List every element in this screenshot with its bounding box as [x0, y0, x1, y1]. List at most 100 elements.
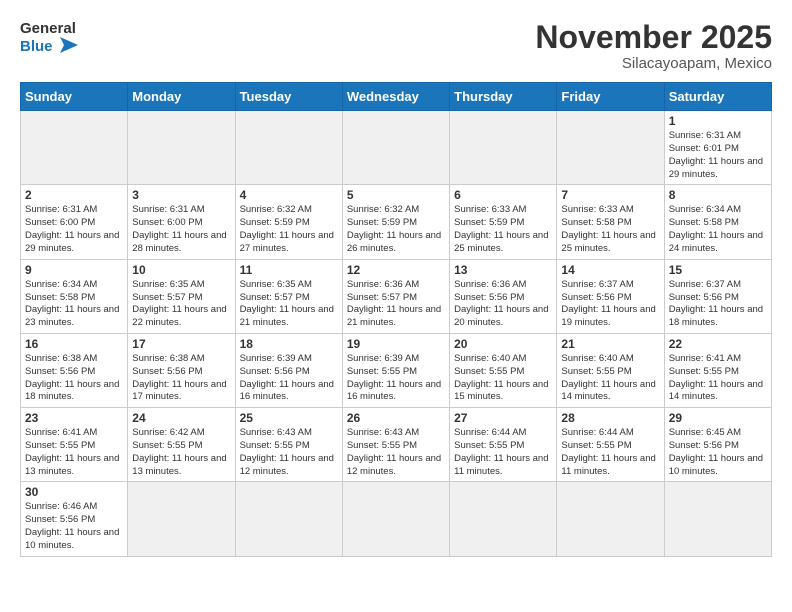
calendar-day-cell: 17 Sunrise: 6:38 AM Sunset: 5:56 PM Dayli… [128, 333, 235, 407]
day-number: 7 [561, 188, 659, 202]
weekday-header-friday: Friday [557, 83, 664, 111]
calendar-week-3: 9Sunrise: 6:34 AM Sunset: 5:58 PM Daylig… [21, 259, 772, 333]
calendar-day-cell: 23Sunrise: 6:41 AM Sunset: 5:55 PM Dayli… [21, 408, 128, 482]
calendar-day-cell: 21Sunrise: 6:40 AM Sunset: 5:55 PM Dayli… [557, 333, 664, 407]
calendar-week-2: 2Sunrise: 6:31 AM Sunset: 6:00 PM Daylig… [21, 185, 772, 259]
calendar-day-cell: 28 Sunrise: 6:44 AM Sunset: 5:55 PM Dayli… [557, 408, 664, 482]
calendar-day-cell: 3 Sunrise: 6:31 AM Sunset: 6:00 PM Daylig… [128, 185, 235, 259]
day-info: Sunrise: 6:37 AM Sunset: 5:56 PM Dayligh… [669, 279, 767, 330]
day-info: Sunrise: 6:46 AM Sunset: 5:56 PM Dayligh… [25, 501, 123, 552]
day-number: 5 [347, 188, 445, 202]
calendar-day-cell: 10 Sunrise: 6:35 AM Sunset: 5:57 PM Dayli… [128, 259, 235, 333]
day-info: Sunrise: 6:38 AM Sunset: 5:56 PM Dayligh… [132, 353, 230, 404]
calendar-day-cell: 2Sunrise: 6:31 AM Sunset: 6:00 PM Daylig… [21, 185, 128, 259]
calendar-day-cell [128, 111, 235, 185]
calendar-week-6: 30 Sunrise: 6:46 AM Sunset: 5:56 PM Dayli… [21, 482, 772, 556]
calendar-day-cell: 11Sunrise: 6:35 AM Sunset: 5:57 PM Dayli… [235, 259, 342, 333]
day-number: 12 [347, 263, 445, 277]
calendar-day-cell [342, 482, 449, 556]
day-info: Sunrise: 6:31 AM Sunset: 6:00 PM Dayligh… [132, 204, 230, 255]
day-info: Sunrise: 6:36 AM Sunset: 5:57 PM Dayligh… [347, 279, 445, 330]
day-number: 13 [454, 263, 552, 277]
weekday-header-row: SundayMondayTuesdayWednesdayThursdayFrid… [21, 83, 772, 111]
calendar-day-cell: 13 Sunrise: 6:36 AM Sunset: 5:56 PM Dayli… [450, 259, 557, 333]
day-info: Sunrise: 6:39 AM Sunset: 5:55 PM Dayligh… [347, 353, 445, 404]
day-info: Sunrise: 6:37 AM Sunset: 5:56 PM Dayligh… [561, 279, 659, 330]
day-info: Sunrise: 6:40 AM Sunset: 5:55 PM Dayligh… [561, 353, 659, 404]
day-info: Sunrise: 6:40 AM Sunset: 5:55 PM Dayligh… [454, 353, 552, 404]
month-title: November 2025 [535, 20, 772, 55]
weekday-header-saturday: Saturday [664, 83, 771, 111]
calendar-day-cell: 20Sunrise: 6:40 AM Sunset: 5:55 PM Dayli… [450, 333, 557, 407]
calendar: SundayMondayTuesdayWednesdayThursdayFrid… [20, 82, 772, 557]
day-info: Sunrise: 6:32 AM Sunset: 5:59 PM Dayligh… [347, 204, 445, 255]
calendar-day-cell: 19 Sunrise: 6:39 AM Sunset: 5:55 PM Dayli… [342, 333, 449, 407]
day-number: 18 [240, 337, 338, 351]
day-info: Sunrise: 6:35 AM Sunset: 5:57 PM Dayligh… [240, 279, 338, 330]
calendar-day-cell: 6 Sunrise: 6:33 AM Sunset: 5:59 PM Daylig… [450, 185, 557, 259]
day-info: Sunrise: 6:38 AM Sunset: 5:56 PM Dayligh… [25, 353, 123, 404]
calendar-day-cell [128, 482, 235, 556]
day-info: Sunrise: 6:36 AM Sunset: 5:56 PM Dayligh… [454, 279, 552, 330]
day-info: Sunrise: 6:31 AM Sunset: 6:00 PM Dayligh… [25, 204, 123, 255]
calendar-day-cell: 18 Sunrise: 6:39 AM Sunset: 5:56 PM Dayli… [235, 333, 342, 407]
weekday-header-monday: Monday [128, 83, 235, 111]
day-info: Sunrise: 6:33 AM Sunset: 5:58 PM Dayligh… [561, 204, 659, 255]
day-number: 15 [669, 263, 767, 277]
calendar-day-cell [21, 111, 128, 185]
calendar-day-cell: 24 Sunrise: 6:42 AM Sunset: 5:55 PM Dayli… [128, 408, 235, 482]
day-info: Sunrise: 6:42 AM Sunset: 5:55 PM Dayligh… [132, 427, 230, 478]
weekday-header-wednesday: Wednesday [342, 83, 449, 111]
day-number: 3 [132, 188, 230, 202]
calendar-day-cell [342, 111, 449, 185]
logo: General Blue [20, 20, 78, 55]
weekday-header-tuesday: Tuesday [235, 83, 342, 111]
day-number: 8 [669, 188, 767, 202]
day-number: 25 [240, 411, 338, 425]
day-info: Sunrise: 6:39 AM Sunset: 5:56 PM Dayligh… [240, 353, 338, 404]
day-number: 14 [561, 263, 659, 277]
logo-text: General Blue [20, 20, 78, 55]
day-info: Sunrise: 6:44 AM Sunset: 5:55 PM Dayligh… [454, 427, 552, 478]
day-number: 27 [454, 411, 552, 425]
weekday-header-thursday: Thursday [450, 83, 557, 111]
weekday-header-sunday: Sunday [21, 83, 128, 111]
day-number: 19 [347, 337, 445, 351]
day-info: Sunrise: 6:44 AM Sunset: 5:55 PM Dayligh… [561, 427, 659, 478]
calendar-day-cell: 7 Sunrise: 6:33 AM Sunset: 5:58 PM Daylig… [557, 185, 664, 259]
title-block: November 2025 Silacayoapam, Mexico [535, 20, 772, 72]
calendar-day-cell: 25 Sunrise: 6:43 AM Sunset: 5:55 PM Dayli… [235, 408, 342, 482]
day-number: 30 [25, 485, 123, 499]
day-info: Sunrise: 6:43 AM Sunset: 5:55 PM Dayligh… [240, 427, 338, 478]
day-info: Sunrise: 6:32 AM Sunset: 5:59 PM Dayligh… [240, 204, 338, 255]
calendar-day-cell [557, 482, 664, 556]
calendar-day-cell [235, 482, 342, 556]
day-info: Sunrise: 6:45 AM Sunset: 5:56 PM Dayligh… [669, 427, 767, 478]
calendar-day-cell: 4 Sunrise: 6:32 AM Sunset: 5:59 PM Daylig… [235, 185, 342, 259]
page-header: General Blue November 2025 Silacayoapam,… [20, 20, 772, 72]
day-number: 10 [132, 263, 230, 277]
calendar-day-cell: 14 Sunrise: 6:37 AM Sunset: 5:56 PM Dayli… [557, 259, 664, 333]
calendar-day-cell [557, 111, 664, 185]
day-info: Sunrise: 6:33 AM Sunset: 5:59 PM Dayligh… [454, 204, 552, 255]
day-number: 24 [132, 411, 230, 425]
day-number: 17 [132, 337, 230, 351]
calendar-day-cell: 22Sunrise: 6:41 AM Sunset: 5:55 PM Dayli… [664, 333, 771, 407]
day-number: 6 [454, 188, 552, 202]
day-number: 26 [347, 411, 445, 425]
day-info: Sunrise: 6:41 AM Sunset: 5:55 PM Dayligh… [25, 427, 123, 478]
day-number: 4 [240, 188, 338, 202]
calendar-day-cell: 9Sunrise: 6:34 AM Sunset: 5:58 PM Daylig… [21, 259, 128, 333]
calendar-day-cell: 8Sunrise: 6:34 AM Sunset: 5:58 PM Daylig… [664, 185, 771, 259]
blue-arrow-icon [56, 37, 78, 55]
day-info: Sunrise: 6:35 AM Sunset: 5:57 PM Dayligh… [132, 279, 230, 330]
day-info: Sunrise: 6:34 AM Sunset: 5:58 PM Dayligh… [25, 279, 123, 330]
calendar-day-cell [664, 482, 771, 556]
day-number: 1 [669, 114, 767, 128]
calendar-day-cell: 27 Sunrise: 6:44 AM Sunset: 5:55 PM Dayli… [450, 408, 557, 482]
day-number: 29 [669, 411, 767, 425]
calendar-day-cell: 12 Sunrise: 6:36 AM Sunset: 5:57 PM Dayli… [342, 259, 449, 333]
calendar-day-cell: 15 Sunrise: 6:37 AM Sunset: 5:56 PM Dayli… [664, 259, 771, 333]
day-number: 28 [561, 411, 659, 425]
calendar-day-cell [235, 111, 342, 185]
